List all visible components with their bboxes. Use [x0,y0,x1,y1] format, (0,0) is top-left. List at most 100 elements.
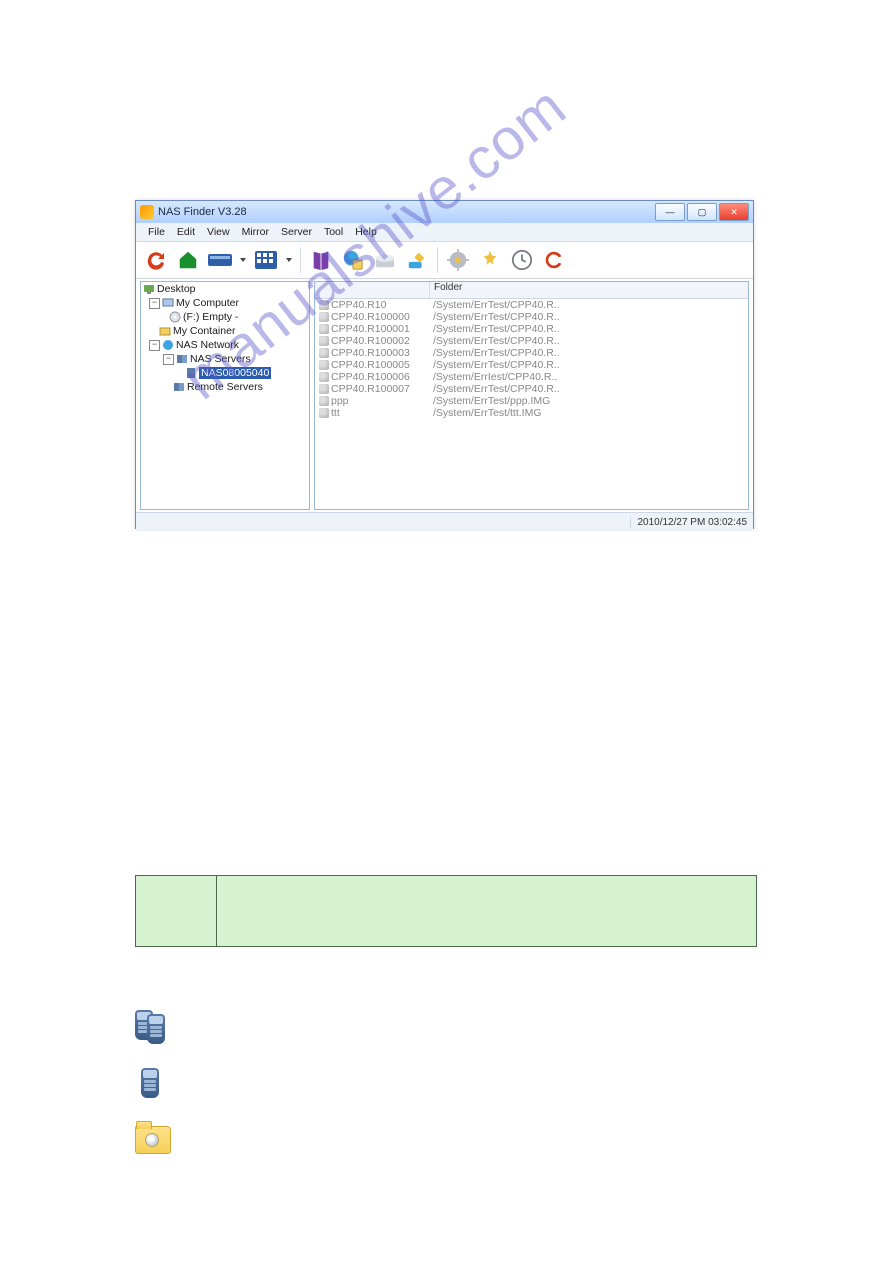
server-icon [185,367,197,379]
list-row[interactable]: ttt/System/ErrTest/ttt.IMG [315,407,748,419]
book-button[interactable] [307,246,335,274]
tree-selected-server[interactable]: NAS08005040 [141,366,309,380]
titlebar[interactable]: NAS Finder V3.28 — ▢ ✕ [136,201,753,223]
menu-tool[interactable]: Tool [318,224,349,240]
maximize-button[interactable]: ▢ [687,203,717,221]
close-button[interactable]: ✕ [719,203,749,221]
list-row[interactable]: CPP40.R100000/System/ErrTest/CPP40.R.. [315,311,748,323]
list-row[interactable]: CPP40.R100006/System/ErrIest/CPP40.R.. [315,371,748,383]
info-table [135,875,757,947]
clock-button[interactable] [508,246,536,274]
disc-icon [169,311,181,323]
drive-icon [207,250,233,270]
list-cell-folder: /System/ErrTest/CPP40.R.. [433,359,748,371]
menubar: File Edit View Mirror Server Tool Help [136,223,753,242]
refresh-button[interactable] [142,246,170,274]
list-cell-name: CPP40.R100001 [331,323,433,335]
tree-my-container[interactable]: My Container [141,324,309,338]
remote-servers-icon [173,381,185,393]
sync-button[interactable] [540,246,568,274]
refresh-icon [144,248,168,272]
app-window: NAS Finder V3.28 — ▢ ✕ File Edit View Mi… [135,200,754,529]
tree-nas-servers[interactable]: − NAS Servers [141,352,309,366]
tree-desktop[interactable]: Desktop [141,282,309,296]
gear-button[interactable] [444,246,472,274]
globe-addressbook-icon [342,249,364,271]
tree-nas-network[interactable]: − NAS Network [141,338,309,352]
collapse-icon[interactable]: − [149,298,160,309]
tree-pane[interactable]: Desktop − My Computer (F:) Empty - My Co… [140,281,310,510]
home-icon [177,249,199,271]
list-header[interactable]: Folder [315,282,748,299]
drive-dropdown[interactable] [238,256,248,264]
book-icon [310,249,332,271]
list-cell-name: CPP40.R100007 [331,383,433,395]
list-cell-folder: /System/ErrTest/ppp.IMG [433,395,748,407]
list-row[interactable]: CPP40.R100005/System/ErrTest/CPP40.R.. [315,359,748,371]
home-button[interactable] [174,246,202,274]
tree-selected-server-label: NAS08005040 [199,367,271,379]
list-header-folder[interactable]: Folder [429,282,748,298]
file-icon [319,384,329,394]
view-button[interactable] [252,246,280,274]
tree-my-computer[interactable]: − My Computer [141,296,309,310]
network-icon [162,339,174,351]
list-cell-folder: /System/ErrTest/CPP40.R.. [433,347,748,359]
collapse-icon[interactable]: − [163,354,174,365]
menu-help[interactable]: Help [349,224,383,240]
menu-file[interactable]: File [142,224,171,240]
menu-mirror[interactable]: Mirror [236,224,275,240]
file-icon [319,348,329,358]
list-row[interactable]: CPP40.R100002/System/ErrTest/CPP40.R.. [315,335,748,347]
chevron-down-icon [285,256,293,264]
window-controls: — ▢ ✕ [655,203,749,221]
toolbar-separator [437,247,438,273]
app-icon [140,205,154,219]
list-cell-name: CPP40.R100002 [331,335,433,347]
list-cell-folder: /System/ErrIest/CPP40.R.. [433,371,748,383]
tree-remote-servers[interactable]: Remote Servers [141,380,309,394]
collapse-icon[interactable]: − [149,340,160,351]
tool-button-1[interactable] [403,246,431,274]
menu-edit[interactable]: Edit [171,224,201,240]
list-cell-folder: /System/ErrTest/CPP40.R.. [433,335,748,347]
list-cell-name: CPP40.R10 [331,299,433,311]
view-grid-icon [254,250,278,270]
file-icon [319,336,329,346]
star-button[interactable] [476,246,504,274]
list-row[interactable]: CPP40.R100007/System/ErrTest/CPP40.R.. [315,383,748,395]
sync-red-icon [543,249,565,271]
view-dropdown[interactable] [284,256,294,264]
list-cell-name: CPP40.R100000 [331,311,433,323]
globe-button[interactable] [339,246,367,274]
disk-drive-icon [374,251,396,269]
list-row[interactable]: ppp/System/ErrTest/ppp.IMG [315,395,748,407]
container-icon [159,325,171,337]
content-area: Desktop − My Computer (F:) Empty - My Co… [136,279,753,512]
gear-icon [447,249,469,271]
list-cell-folder: /System/ErrTest/CPP40.R.. [433,299,748,311]
menu-server[interactable]: Server [275,224,318,240]
list-row[interactable]: CPP40.R10/System/ErrTest/CPP40.R.. [315,299,748,311]
file-icon [319,324,329,334]
tree-my-computer-label: My Computer [176,297,239,309]
list-row[interactable]: CPP40.R100003/System/ErrTest/CPP40.R.. [315,347,748,359]
list-pane[interactable]: Folder CPP40.R10/System/ErrTest/CPP40.R.… [314,281,749,510]
minimize-button[interactable]: — [655,203,685,221]
menu-view[interactable]: View [201,224,236,240]
tree-drive[interactable]: (F:) Empty - [141,310,309,324]
list-cell-name: CPP40.R100005 [331,359,433,371]
statusbar: 2010/12/27 PM 03:02:45 [136,512,753,531]
phone-icon [135,1066,169,1100]
drive-button[interactable] [206,246,234,274]
list-cell-name: ttt [331,407,433,419]
disk-button[interactable] [371,246,399,274]
list-cell-folder: /System/ErrTest/CPP40.R.. [433,383,748,395]
tree-nas-network-label: NAS Network [176,339,239,351]
tree-nas-servers-label: NAS Servers [190,353,251,365]
status-datetime: 2010/12/27 PM 03:02:45 [630,517,747,528]
list-header-name[interactable] [315,282,429,298]
brush-icon [406,249,428,271]
list-row[interactable]: CPP40.R100001/System/ErrTest/CPP40.R.. [315,323,748,335]
clock-icon [511,249,533,271]
